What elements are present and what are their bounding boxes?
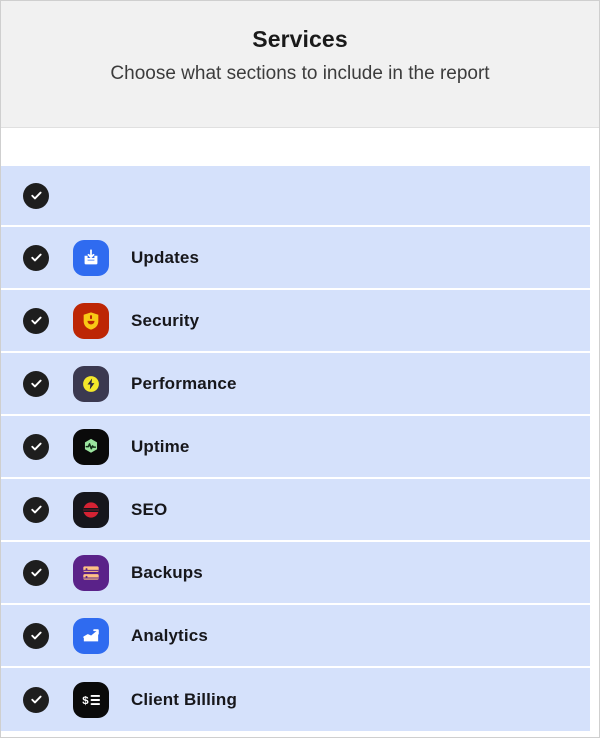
header-spacer <box>1 128 599 166</box>
service-row[interactable]: Security <box>1 290 590 353</box>
page-title: Services <box>21 25 579 54</box>
svg-text:$: $ <box>82 695 89 707</box>
service-row-label: Backups <box>131 563 203 583</box>
service-row-label: Performance <box>131 374 237 394</box>
services-panel: Services Choose what sections to include… <box>0 0 600 738</box>
checkbox-checked-icon[interactable] <box>23 371 49 397</box>
checkbox-checked-icon[interactable] <box>23 560 49 586</box>
service-row[interactable]: Uptime <box>1 416 590 479</box>
service-row[interactable]: SEO <box>1 479 590 542</box>
service-row-label: Uptime <box>131 437 190 457</box>
service-list: Updates Security Performance Uptime SEO Backu… <box>1 166 599 731</box>
service-row[interactable] <box>1 166 590 227</box>
service-row-label: Analytics <box>131 626 208 646</box>
checkbox-checked-icon[interactable] <box>23 623 49 649</box>
checkbox-checked-icon[interactable] <box>23 434 49 460</box>
line-chart-icon <box>73 618 109 654</box>
page-subtitle: Choose what sections to include in the r… <box>21 62 579 87</box>
checkbox-checked-icon[interactable] <box>23 308 49 334</box>
service-row-label: SEO <box>131 500 167 520</box>
service-row[interactable]: Performance <box>1 353 590 416</box>
heartbeat-hexagon-icon <box>73 429 109 465</box>
service-row[interactable]: Analytics <box>1 605 590 668</box>
download-inbox-icon <box>73 240 109 276</box>
checkbox-checked-icon[interactable] <box>23 245 49 271</box>
invoice-dollar-icon: $ <box>73 682 109 718</box>
service-row-label: Client Billing <box>131 690 237 710</box>
panel-header: Services Choose what sections to include… <box>1 1 599 128</box>
server-stack-icon <box>73 555 109 591</box>
checkbox-checked-icon[interactable] <box>23 687 49 713</box>
service-row-label: Updates <box>131 248 199 268</box>
lightning-bolt-icon <box>73 366 109 402</box>
search-globe-icon <box>73 492 109 528</box>
service-row-label: Security <box>131 311 199 331</box>
checkbox-checked-icon[interactable] <box>23 497 49 523</box>
checkbox-checked-icon[interactable] <box>23 183 49 209</box>
service-row[interactable]: Updates <box>1 227 590 290</box>
service-row[interactable]: Backups <box>1 542 590 605</box>
shield-icon <box>73 303 109 339</box>
service-row[interactable]: $ Client Billing <box>1 668 590 731</box>
